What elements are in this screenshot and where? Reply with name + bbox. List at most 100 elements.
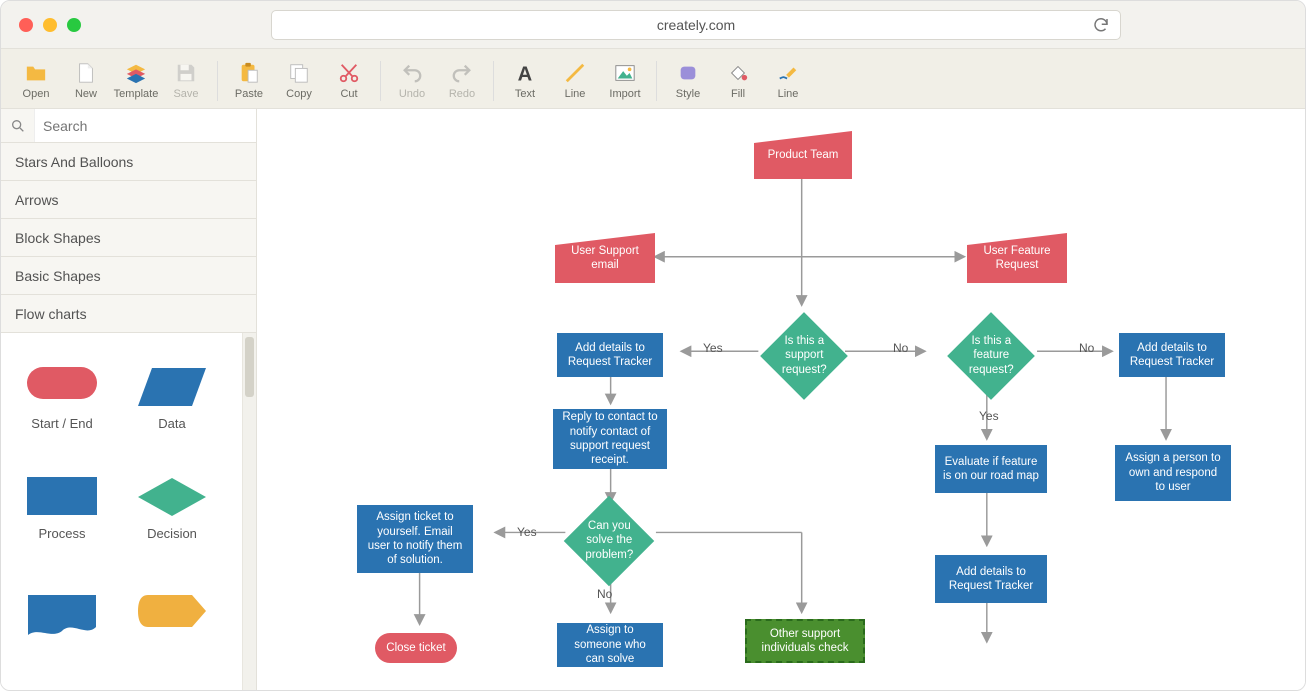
node-user-support-email-label: User Support email <box>555 233 655 283</box>
window-controls <box>19 18 81 32</box>
palette-label: Process <box>39 526 86 541</box>
toolbar-label: Template <box>114 88 159 100</box>
category-basic-shapes[interactable]: Basic Shapes <box>1 257 256 295</box>
terminator-icon <box>26 366 98 408</box>
label-no-2: No <box>1079 341 1094 355</box>
connectors <box>257 109 1305 690</box>
node-add-details-2[interactable]: Add details to Request Tracker <box>1119 333 1225 377</box>
palette-decision[interactable]: Decision <box>117 453 227 563</box>
minimize-icon[interactable] <box>43 18 57 32</box>
category-arrows[interactable]: Arrows <box>1 181 256 219</box>
palette-document[interactable] <box>7 563 117 673</box>
rect-icon <box>26 476 98 518</box>
palette-scrollbar[interactable] <box>242 333 256 690</box>
palette-process[interactable]: Process <box>7 453 117 563</box>
node-assign-person[interactable]: Assign a person to own and respond to us… <box>1115 445 1231 501</box>
toolbar: Open New TemplateSave Paste Copy Cut Undo Redo A… <box>1 49 1305 109</box>
svg-text:A: A <box>518 63 533 84</box>
node-is-support-request[interactable]: Is this a support request? <box>760 312 848 400</box>
node-assign-someone[interactable]: Assign to someone who can solve <box>557 623 663 667</box>
toolbar-label: New <box>75 88 97 100</box>
palette-label: Data <box>158 416 185 431</box>
main-area: Stars And BalloonsArrowsBlock ShapesBasi… <box>1 109 1305 690</box>
node-is-feature-request[interactable]: Is this a feature request? <box>947 312 1035 400</box>
folder-icon <box>23 62 49 84</box>
fill-icon <box>725 62 751 84</box>
close-icon[interactable] <box>19 18 33 32</box>
toolbar-label: Style <box>676 88 700 100</box>
toolbar-paste-button[interactable]: Paste <box>224 54 274 108</box>
palette-start-end[interactable]: Start / End <box>7 343 117 453</box>
node-evaluate-feature[interactable]: Evaluate if feature is on our road map <box>935 445 1047 493</box>
toolbar-fill-button[interactable]: Fill <box>713 54 763 108</box>
node-other-support[interactable]: Other support individuals check <box>745 619 865 663</box>
display-icon <box>136 593 208 635</box>
label-no-1: No <box>893 341 908 355</box>
node-add-details-3[interactable]: Add details to Request Tracker <box>935 555 1047 603</box>
save-icon <box>173 62 199 84</box>
browser-chrome: creately.com <box>1 1 1305 49</box>
node-reply-contact[interactable]: Reply to contact to notify contact of su… <box>553 409 667 469</box>
search-input[interactable] <box>35 109 256 142</box>
toolbar-import-button[interactable]: Import <box>600 54 650 108</box>
toolbar-separator <box>217 61 218 101</box>
toolbar-label: Open <box>23 88 50 100</box>
category-block-shapes[interactable]: Block Shapes <box>1 219 256 257</box>
node-close-ticket[interactable]: Close ticket <box>375 633 457 663</box>
toolbar-label: Redo <box>449 88 475 100</box>
toolbar-label: Fill <box>731 88 745 100</box>
parallelogram-icon <box>136 366 208 408</box>
paste-icon <box>236 62 262 84</box>
toolbar-label: Undo <box>399 88 425 100</box>
url-bar[interactable]: creately.com <box>271 10 1121 40</box>
image-icon <box>612 62 638 84</box>
reload-icon[interactable] <box>1092 16 1110 34</box>
document-icon <box>26 593 98 635</box>
style-icon <box>675 62 701 84</box>
toolbar-template-button[interactable]: Template <box>111 54 161 108</box>
toolbar-open-button[interactable]: Open <box>11 54 61 108</box>
shape-search <box>1 109 256 143</box>
node-add-details-1[interactable]: Add details to Request Tracker <box>557 333 663 377</box>
line-icon <box>562 62 588 84</box>
label-yes-2: Yes <box>979 409 999 423</box>
pencil-icon <box>775 62 801 84</box>
file-icon <box>73 62 99 84</box>
undo-icon <box>399 62 425 84</box>
palette-display[interactable] <box>117 563 227 673</box>
search-icon <box>1 109 35 142</box>
palette-label: Decision <box>147 526 197 541</box>
label-yes-3: Yes <box>517 525 537 539</box>
category-flow-charts[interactable]: Flow charts <box>1 295 256 333</box>
toolbar-line-button[interactable]: Line <box>550 54 600 108</box>
maximize-icon[interactable] <box>67 18 81 32</box>
diamond-icon <box>136 476 208 518</box>
node-can-solve[interactable]: Can you solve the problem? <box>564 496 655 587</box>
node-assign-self[interactable]: Assign ticket to yourself. Email user to… <box>357 505 473 573</box>
toolbar-cut-button[interactable]: Cut <box>324 54 374 108</box>
text-icon: A <box>512 62 538 84</box>
toolbar-text-button[interactable]: A Text <box>500 54 550 108</box>
toolbar-label: Text <box>515 88 535 100</box>
redo-icon <box>449 62 475 84</box>
diagram-canvas[interactable]: Product Team User Support email User Fea… <box>257 109 1305 690</box>
node-user-feature-request-label: User Feature Request <box>967 233 1067 283</box>
category-stars-and-balloons[interactable]: Stars And Balloons <box>1 143 256 181</box>
node-product-team-label: Product Team <box>754 131 852 179</box>
toolbar-new-button[interactable]: New <box>61 54 111 108</box>
toolbar-label: Cut <box>340 88 357 100</box>
palette-label: Start / End <box>31 416 92 431</box>
toolbar-label: Paste <box>235 88 263 100</box>
toolbar-line2-button[interactable]: Line <box>763 54 813 108</box>
shape-palette: Start / End Data Process Decision <box>1 333 256 690</box>
palette-data[interactable]: Data <box>117 343 227 453</box>
shape-sidebar: Stars And BalloonsArrowsBlock ShapesBasi… <box>1 109 257 690</box>
toolbar-label: Import <box>609 88 640 100</box>
toolbar-undo-button: Undo <box>387 54 437 108</box>
toolbar-save-button: Save <box>161 54 211 108</box>
toolbar-style-button[interactable]: Style <box>663 54 713 108</box>
toolbar-label: Copy <box>286 88 312 100</box>
toolbar-copy-button[interactable]: Copy <box>274 54 324 108</box>
cut-icon <box>336 62 362 84</box>
url-text: creately.com <box>657 17 735 33</box>
